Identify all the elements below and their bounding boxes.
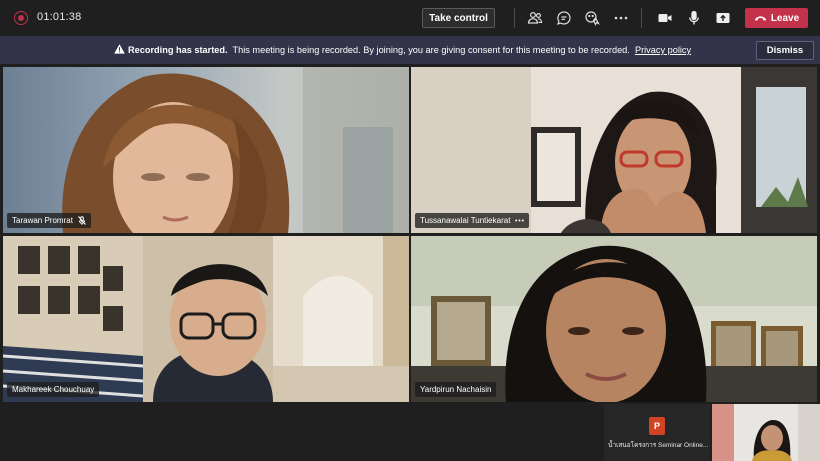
powerpoint-icon: P [649, 417, 665, 435]
participant-video [411, 67, 817, 233]
recording-consent-text: This meeting is being recorded. By joini… [232, 45, 630, 55]
recording-message: Recording has started. This meeting is b… [128, 45, 691, 55]
leave-button[interactable]: Leave [745, 8, 808, 28]
muted-microphone-icon [78, 216, 86, 225]
meeting-timer: 01:01:38 [37, 11, 82, 23]
share-screen-icon[interactable] [714, 9, 732, 27]
privacy-policy-link[interactable]: Privacy policy [635, 45, 691, 55]
shared-content-thumbnail[interactable]: P น้ำเสนอโครงการ Seminar Online... [604, 404, 710, 461]
meeting-toolbar: 01:01:38 Take control Leave [0, 0, 820, 36]
microphone-icon[interactable] [685, 9, 703, 27]
video-tile-tarawan[interactable]: Tarawan Promrat [3, 67, 409, 233]
participant-name: Tussanawalai Tuntiekarat [420, 216, 511, 225]
chat-icon[interactable] [555, 9, 573, 27]
participant-video [3, 67, 409, 233]
participant-name-tag: Makhareek Chouchuay [7, 382, 100, 397]
video-tile-tussanawalai[interactable]: Tussanawalai Tuntiekarat [411, 67, 817, 233]
more-options-icon[interactable] [515, 219, 525, 222]
participant-video [3, 236, 409, 402]
more-icon[interactable] [612, 9, 630, 27]
recording-banner: Recording has started. This meeting is b… [0, 36, 820, 64]
phone-hangup-icon [754, 16, 766, 21]
leave-label: Leave [770, 12, 800, 24]
recording-title: Recording has started. [128, 45, 228, 55]
video-tile-yardpirun[interactable]: Yardpirun Nachaisin [411, 236, 817, 402]
toolbar-divider [514, 8, 515, 28]
shared-content-title: น้ำเสนอโครงการ Seminar Online... [608, 442, 708, 449]
participant-name-tag: Yardpirun Nachaisin [415, 382, 497, 397]
reactions-icon[interactable] [583, 9, 601, 27]
self-video [712, 404, 820, 461]
participants-icon[interactable] [526, 9, 544, 27]
participant-name-tag: Tarawan Promrat [7, 213, 91, 228]
participant-name-tag: Tussanawalai Tuntiekarat [415, 213, 530, 228]
take-control-button[interactable]: Take control [422, 8, 495, 28]
dismiss-button[interactable]: Dismiss [756, 41, 814, 60]
toolbar-divider [641, 8, 642, 28]
participant-name: Tarawan Promrat [12, 216, 73, 225]
video-tile-makhareek[interactable]: Makhareek Chouchuay [3, 236, 409, 402]
self-view-thumbnail[interactable] [712, 404, 820, 461]
warning-icon [114, 44, 125, 54]
participant-video [411, 236, 817, 402]
record-indicator-icon [14, 11, 28, 25]
participant-name: Makhareek Chouchuay [12, 385, 95, 394]
camera-icon[interactable] [656, 9, 674, 27]
participant-name: Yardpirun Nachaisin [420, 385, 492, 394]
